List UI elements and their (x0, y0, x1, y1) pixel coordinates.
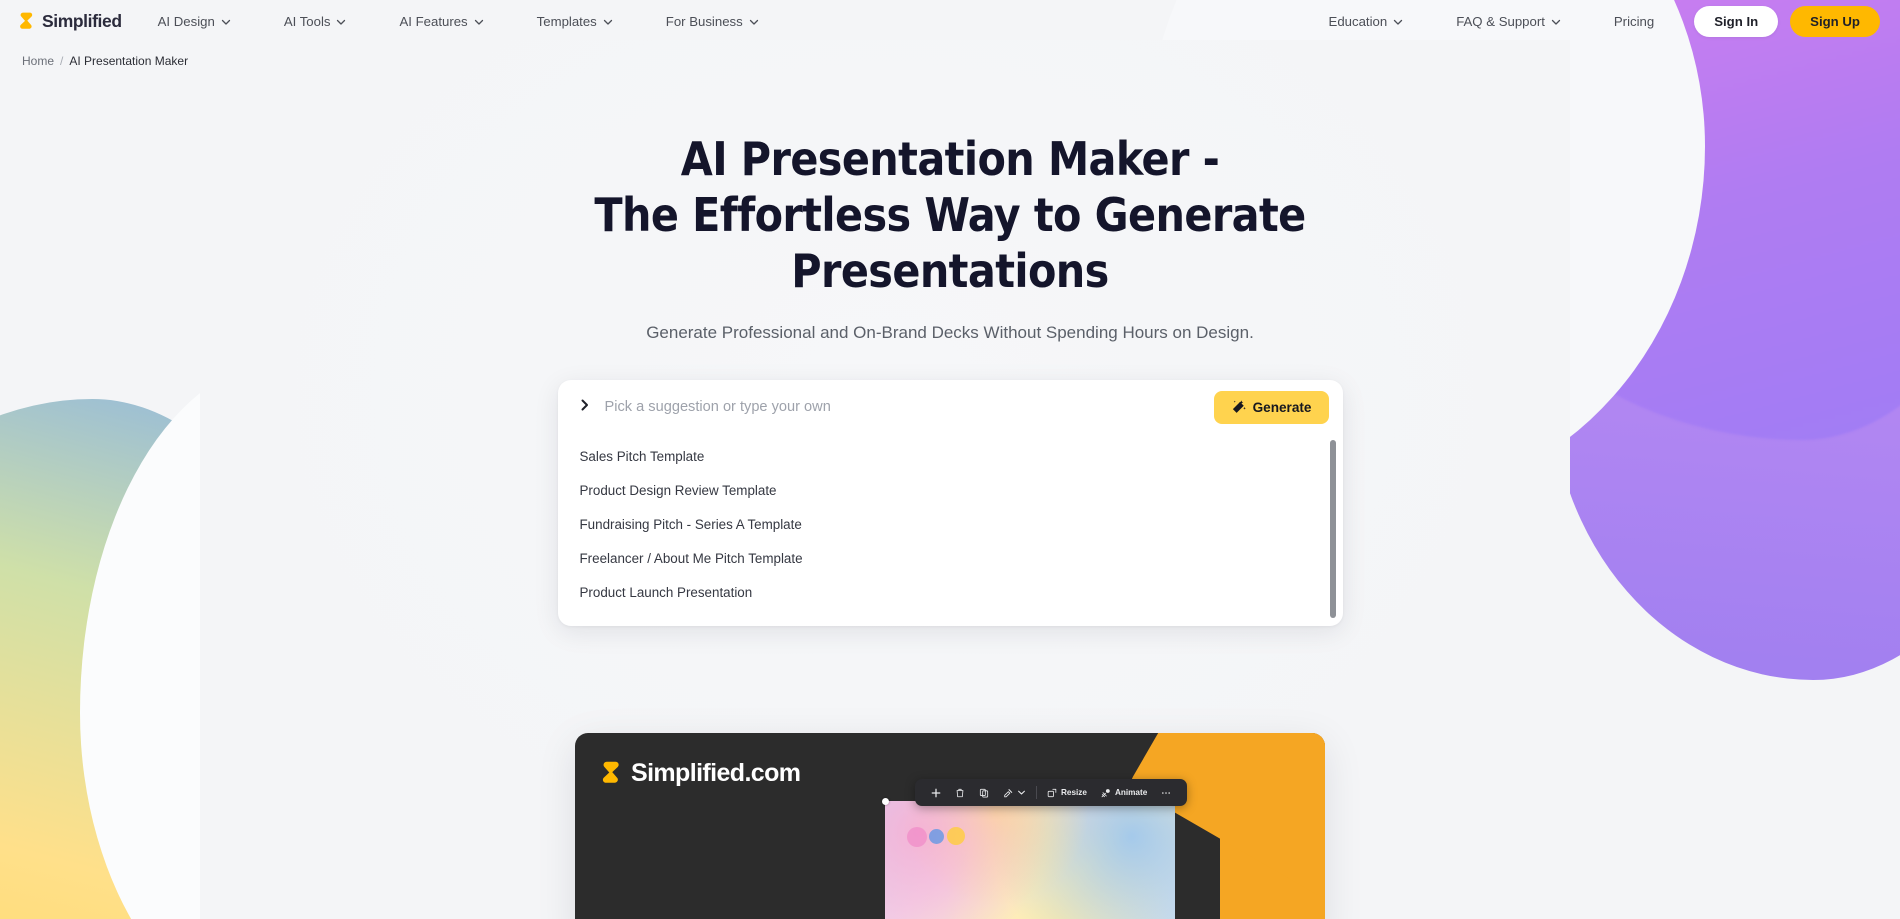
nav-item-templates[interactable]: Templates (537, 8, 612, 35)
page-subtitle: Generate Professional and On-Brand Decks… (646, 323, 1254, 342)
page-title-line-1: AI Presentation Maker - (680, 132, 1220, 186)
nav-item-for-business[interactable]: For Business (666, 8, 758, 35)
prompt-search-bar: Generate (558, 380, 1343, 434)
chevron-down-icon (474, 17, 483, 26)
simplified-bolt-logo-icon (18, 12, 37, 32)
prompt-search-panel: Generate Sales Pitch Template Product De… (557, 380, 1343, 626)
page-title-line-3: Presentations (791, 244, 1109, 298)
nav-label: Education (1328, 14, 1388, 29)
copy-icon (979, 788, 989, 798)
more-options-button[interactable] (1154, 779, 1178, 806)
nav-label: For Business (665, 14, 743, 29)
magic-wand-icon (1231, 399, 1246, 415)
nav-item-ai-features[interactable]: AI Features (399, 8, 483, 35)
chevron-down-icon (1551, 17, 1561, 26)
nav-label: Templates (536, 14, 597, 29)
page-title: AI Presentation Maker - The Effortless W… (0, 131, 1900, 299)
chevron-down-icon (1393, 17, 1403, 26)
nav-label: AI Design (157, 14, 215, 29)
trash-icon (955, 788, 965, 798)
nav-item-ai-tools[interactable]: AI Tools (284, 8, 346, 35)
decorative-mask-left (80, 359, 500, 919)
generate-button-label: Generate (1252, 399, 1312, 415)
brand-logo[interactable]: Simplified (18, 11, 122, 32)
resize-icon (1047, 788, 1057, 798)
ellipsis-icon (1161, 788, 1171, 798)
primary-nav: AI Design AI Tools AI Features Templates… (158, 8, 812, 35)
nav-item-education[interactable]: Education (1329, 8, 1403, 35)
chevron-down-icon (749, 17, 758, 26)
prompt-search-input[interactable] (604, 399, 1214, 415)
canvas-decor-dot (929, 829, 944, 844)
animate-icon (1101, 788, 1111, 798)
canvas-decor-dot (947, 827, 965, 845)
canvas-floating-toolbar: Resize Animate (915, 779, 1188, 806)
chevron-right-icon (578, 398, 605, 417)
color-picker-button[interactable] (996, 779, 1033, 806)
chevron-down-icon (603, 17, 612, 26)
suggestion-list-scrollbar[interactable] (1329, 440, 1336, 618)
sign-up-button[interactable]: Sign Up (1790, 6, 1880, 37)
canvas-decor-dot (907, 827, 927, 847)
preview-watermark-label: Simplified.com (631, 759, 801, 787)
breadcrumb: Home / AI Presentation Maker (0, 43, 1900, 68)
suggestion-item[interactable]: Product Launch Presentation (558, 576, 1343, 610)
site-header: Simplified AI Design AI Tools AI Feature… (0, 0, 1900, 43)
nav-label: AI Features (399, 14, 468, 29)
secondary-nav: Education FAQ & Support Pricing Sign In … (1275, 6, 1882, 37)
animate-button-label: Animate (1114, 788, 1148, 797)
breadcrumb-current-page: AI Presentation Maker (69, 54, 189, 68)
prompt-search-area: Generate Sales Pitch Template Product De… (557, 380, 1343, 626)
delete-button[interactable] (948, 779, 972, 806)
nav-label: AI Tools (283, 14, 331, 29)
preview-watermark: Simplified.com (600, 759, 801, 788)
suggestion-item[interactable]: Fundraising Pitch - Series A Template (558, 508, 1343, 542)
nav-item-ai-design[interactable]: AI Design (158, 8, 230, 35)
toolbar-divider (1036, 786, 1037, 799)
suggestion-item[interactable]: Product Design Review Template (558, 474, 1343, 508)
suggestion-list: Sales Pitch Template Product Design Revi… (558, 434, 1343, 626)
breadcrumb-home-link[interactable]: Home (22, 54, 54, 68)
generate-button[interactable]: Generate (1213, 390, 1329, 424)
hero-section: AI Presentation Maker - The Effortless W… (0, 131, 1900, 343)
nav-label: FAQ & Support (1456, 14, 1545, 29)
nav-label: Pricing (1613, 14, 1655, 29)
product-preview-card[interactable]: Simplified.com Resize Animate (575, 733, 1325, 919)
sign-in-button[interactable]: Sign In (1694, 6, 1779, 37)
suggestion-item[interactable]: Freelancer / About Me Pitch Template (558, 542, 1343, 576)
page-root: Simplified AI Design AI Tools AI Feature… (0, 0, 1900, 919)
suggestion-item[interactable]: Sales Pitch Template (558, 440, 1343, 474)
chevron-down-icon (221, 17, 230, 26)
simplified-bolt-logo-icon (600, 761, 625, 787)
animate-button[interactable]: Animate (1094, 779, 1154, 806)
chevron-down-icon (1017, 788, 1026, 797)
duplicate-button[interactable] (972, 779, 996, 806)
nav-item-faq-support[interactable]: FAQ & Support (1456, 8, 1561, 35)
add-element-button[interactable] (924, 779, 948, 806)
preview-canvas-slide[interactable] (882, 798, 1178, 919)
selection-handle[interactable] (882, 798, 889, 805)
plus-icon (931, 788, 941, 798)
color-picker-icon (1003, 788, 1013, 798)
resize-button[interactable]: Resize (1040, 779, 1094, 806)
decorative-blob-yellow-left (0, 399, 350, 919)
chevron-down-icon (336, 17, 346, 26)
page-title-line-2: The Effortless Way to Generate (594, 188, 1306, 242)
brand-name: Simplified (42, 11, 122, 31)
resize-button-label: Resize (1061, 788, 1087, 797)
nav-item-pricing[interactable]: Pricing (1614, 8, 1654, 35)
breadcrumb-separator: / (60, 54, 64, 68)
